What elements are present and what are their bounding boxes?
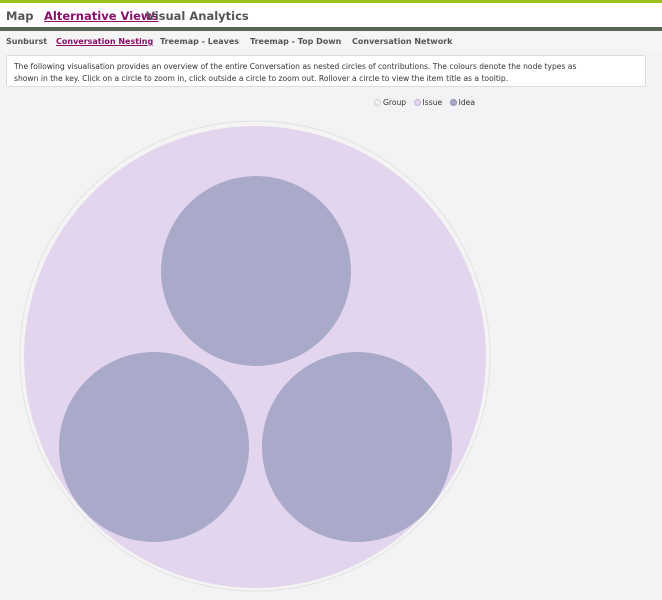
idea-circle-right[interactable] — [262, 352, 452, 542]
nesting-visualisation[interactable] — [0, 114, 662, 600]
page: Map Alternative Views Visual Analytics S… — [0, 0, 662, 600]
legend-item-issue: Issue — [413, 97, 443, 107]
description-box: The following visualisation provides an … — [6, 55, 646, 87]
description-line-2: shown in the key. Click on a circle to z… — [14, 74, 509, 83]
node-type-legend: Group Issue Idea — [374, 97, 480, 109]
legend-label-issue: Issue — [422, 97, 443, 107]
subnav-tab-treemap-leaves[interactable]: Treemap - Leaves — [160, 37, 239, 46]
legend-swatch-issue — [413, 99, 421, 106]
legend-item-group: Group — [374, 98, 406, 107]
subnav-tab-conversation-nesting[interactable]: Conversation Nesting — [56, 37, 153, 46]
subnav-tab-sunburst[interactable]: Sunburst — [6, 37, 47, 46]
subnav-tab-treemap-top-down[interactable]: Treemap - Top Down — [250, 37, 341, 46]
nav-tab-map[interactable]: Map — [6, 9, 33, 23]
nav-tab-alternative-views[interactable]: Alternative Views — [44, 9, 158, 23]
legend-label-idea: Idea — [458, 97, 475, 107]
nav-tab-visual-analytics[interactable]: Visual Analytics — [146, 9, 249, 23]
idea-circle-left[interactable] — [59, 352, 249, 542]
legend-label-group: Group — [383, 97, 407, 107]
idea-circle-top[interactable] — [161, 176, 351, 366]
sub-nav: Sunburst Conversation Nesting Treemap - … — [0, 31, 662, 51]
subnav-tab-conversation-network[interactable]: Conversation Network — [352, 37, 452, 46]
nesting-canvas[interactable] — [0, 114, 662, 600]
legend-item-idea: Idea — [449, 97, 475, 107]
description-line-1: The following visualisation provides an … — [14, 62, 577, 71]
legend-swatch-idea — [449, 99, 457, 106]
legend-swatch-group — [374, 99, 381, 106]
main-nav: Map Alternative Views Visual Analytics — [0, 3, 662, 28]
